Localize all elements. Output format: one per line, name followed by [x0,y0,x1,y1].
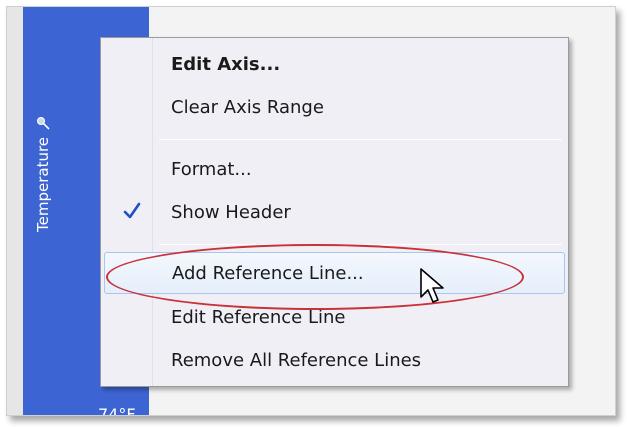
menu-item-label: Edit Reference Line [171,306,346,328]
menu-item-clear-axis-range[interactable]: Clear Axis Range [104,90,565,124]
context-menu: Edit Axis... Clear Axis Range Format... … [100,37,569,387]
menu-item-remove-all-reference-lines[interactable]: Remove All Reference Lines [104,343,565,377]
cursor-arrow-icon [420,268,444,303]
axis-title: Temperature [33,92,53,232]
left-strip [7,7,23,415]
menu-item-add-reference-line[interactable]: Add Reference Line... [104,252,565,294]
menu-item-edit-reference-line[interactable]: Edit Reference Line [104,300,565,334]
menu-item-format[interactable]: Format... [104,152,565,186]
pin-icon[interactable] [35,115,51,131]
check-icon [123,202,141,219]
menu-item-show-header[interactable]: Show Header [104,195,565,229]
menu-item-label: Clear Axis Range [171,96,324,118]
axis-title-label: Temperature [34,136,52,232]
menu-item-edit-axis[interactable]: Edit Axis... [104,47,565,81]
menu-separator [159,139,562,140]
menu-item-label: Format... [171,158,252,180]
menu-separator [159,244,562,245]
axis-tick: 74°F [98,405,136,416]
menu-item-label: Remove All Reference Lines [171,349,422,371]
menu-item-label: Edit Axis... [171,53,281,75]
menu-item-label: Add Reference Line... [172,262,364,284]
menu-item-label: Show Header [171,201,291,223]
